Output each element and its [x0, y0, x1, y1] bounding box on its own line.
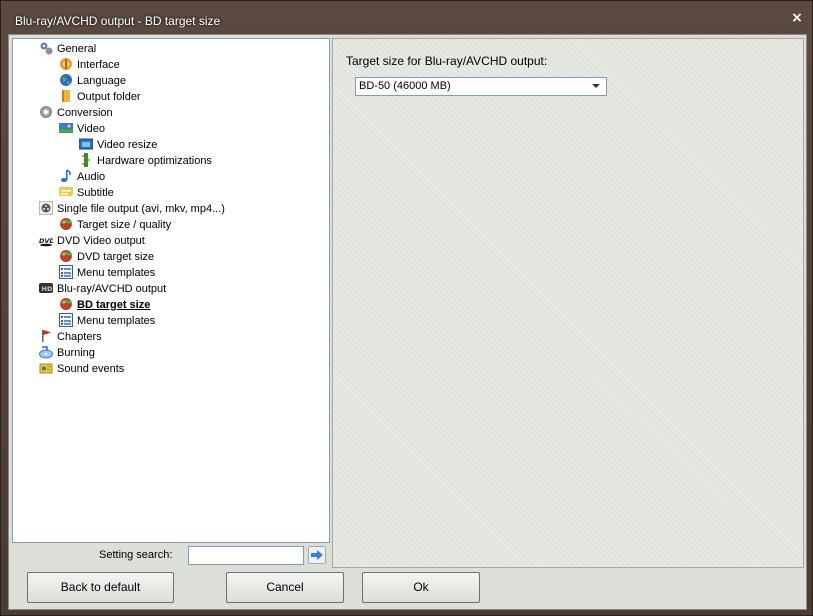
- tree-item-chapters[interactable]: Chapters: [39, 329, 102, 345]
- menu-list-icon: [59, 265, 73, 280]
- settings-window: Blu-ray/AVCHD output - BD target size × …: [0, 0, 813, 616]
- wrench-gear-icon: [39, 41, 53, 55]
- back-to-default-button[interactable]: Back to default: [27, 572, 174, 603]
- dvd-icon: DVD: [39, 233, 55, 247]
- tree-item-output-folder[interactable]: Output folder: [59, 89, 141, 105]
- tree-item-dvd-menu-templates[interactable]: Menu templates: [59, 265, 155, 281]
- folder-icon: [59, 89, 73, 103]
- gear-icon: [39, 105, 53, 119]
- tree-item-dvd-target-size[interactable]: DVD target size: [59, 249, 154, 265]
- svg-text:HD: HD: [42, 285, 53, 293]
- settings-tree[interactable]: General Interface Language Output folder: [12, 38, 330, 543]
- target-size-label: Target size for Blu-ray/AVCHD output:: [346, 54, 548, 68]
- tree-item-language[interactable]: Language: [59, 73, 126, 89]
- title-bar[interactable]: Blu-ray/AVCHD output - BD target size ×: [1, 1, 812, 35]
- flag-icon: [39, 329, 53, 343]
- chevron-down-icon[interactable]: [592, 84, 600, 88]
- hd-icon: HD: [39, 281, 53, 295]
- sound-events-icon: [39, 361, 53, 375]
- tree-item-interface[interactable]: Interface: [59, 57, 120, 73]
- settings-panel: Target size for Blu-ray/AVCHD output: BD…: [332, 38, 804, 568]
- tree-item-bluray-avchd-output[interactable]: HD Blu-ray/AVCHD output: [39, 281, 166, 297]
- music-note-icon: [59, 169, 73, 183]
- hardware-icon: [79, 153, 93, 168]
- resize-icon: [78, 137, 94, 151]
- tree-item-bd-target-size[interactable]: BD target size: [59, 297, 150, 313]
- close-button[interactable]: ×: [789, 10, 805, 26]
- tree-item-subtitle[interactable]: Subtitle: [59, 185, 114, 201]
- setting-search-label: Setting search:: [99, 549, 173, 561]
- subtitle-icon: [59, 185, 73, 199]
- tree-item-conversion[interactable]: Conversion: [39, 105, 113, 121]
- tree-item-burning[interactable]: Burning: [39, 345, 95, 361]
- window-title: Blu-ray/AVCHD output - BD target size: [15, 14, 221, 28]
- target-ball-icon: [59, 249, 73, 263]
- dropdown-value: BD-50 (46000 MB): [359, 80, 451, 92]
- tree-item-general[interactable]: General: [39, 41, 96, 57]
- globe-icon: [59, 73, 73, 87]
- tree-item-video-resize[interactable]: Video resize: [78, 137, 157, 153]
- target-ball-icon: [59, 297, 73, 311]
- dialog-client: General Interface Language Output folder: [8, 34, 807, 610]
- video-icon: [59, 121, 73, 135]
- target-size-dropdown[interactable]: BD-50 (46000 MB): [355, 77, 607, 96]
- search-go-arrow-icon[interactable]: [308, 546, 326, 564]
- tree-item-video[interactable]: Video: [59, 121, 105, 137]
- setting-search-input[interactable]: [188, 546, 304, 565]
- tree-item-bd-menu-templates[interactable]: Menu templates: [59, 313, 155, 329]
- tree-item-dvd-video-output[interactable]: DVD DVD Video output: [39, 233, 145, 249]
- ok-button[interactable]: Ok: [362, 572, 480, 603]
- film-reel-icon: [38, 200, 54, 216]
- cancel-button[interactable]: Cancel: [226, 572, 344, 603]
- tree-item-hardware-optimizations[interactable]: Hardware optimizations: [79, 153, 212, 169]
- tree-item-audio[interactable]: Audio: [59, 169, 105, 185]
- target-ball-icon: [59, 217, 73, 231]
- tree-item-single-file-output[interactable]: Single file output (avi, mkv, mp4...): [38, 200, 225, 217]
- menu-list-icon: [59, 313, 73, 328]
- tree-item-sound-events[interactable]: Sound events: [39, 361, 124, 377]
- interface-icon: [59, 57, 73, 71]
- burn-disc-icon: [39, 345, 53, 359]
- tree-item-target-size-quality[interactable]: Target size / quality: [59, 217, 171, 233]
